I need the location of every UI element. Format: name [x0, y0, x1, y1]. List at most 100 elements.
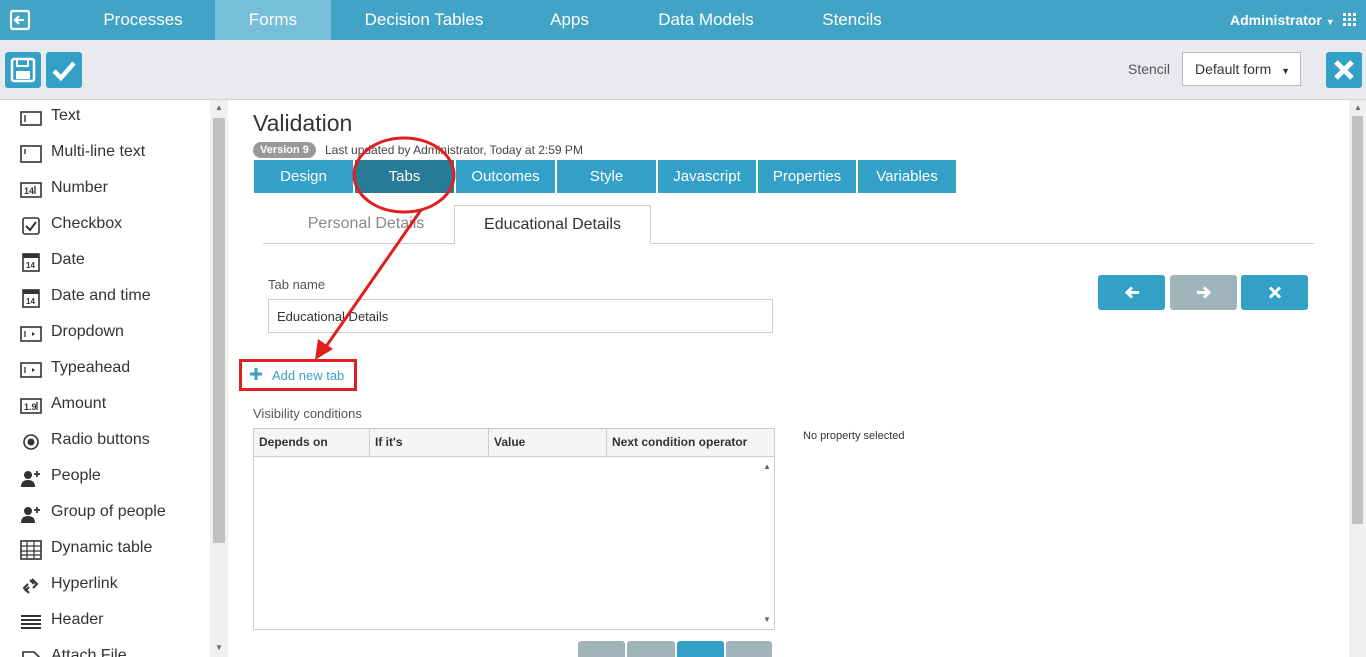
amount-icon: 1.9 — [20, 398, 42, 414]
palette-label: Multi-line text — [51, 143, 146, 160]
form-tab-educational-details[interactable]: Educational Details — [454, 205, 651, 244]
editor-toolbar: Stencil Default form ▼ — [0, 40, 1366, 100]
scroll-down-icon[interactable]: ▼ — [763, 615, 771, 624]
component-palette: Text Multi-line text 14 Number Checkbox … — [0, 100, 210, 657]
arrow-right-icon — [1197, 286, 1212, 299]
palette-item-typeahead[interactable]: Typeahead — [0, 352, 210, 388]
number-icon: 14 — [20, 182, 42, 198]
table-header: Depends on If it's Value Next condition … — [254, 429, 774, 457]
tab-style[interactable]: Style — [557, 160, 656, 193]
close-icon — [1268, 286, 1282, 299]
visibility-conditions-label: Visibility conditions — [253, 406, 362, 421]
header-icon — [21, 615, 41, 629]
back-icon[interactable] — [8, 8, 34, 32]
column-header-next-condition-operator[interactable]: Next condition operator — [607, 429, 774, 457]
column-header-depends-on[interactable]: Depends on — [254, 429, 370, 457]
palette-item-date[interactable]: 14 Date — [0, 244, 210, 280]
annotation-arrow-head — [315, 339, 333, 360]
version-badge: Version 9 — [253, 142, 316, 158]
palette-label: Checkbox — [51, 215, 123, 232]
person-icon — [21, 471, 40, 487]
tab-name-input[interactable]: Educational Details — [268, 299, 773, 333]
move-tab-left-button[interactable] — [1098, 275, 1165, 310]
move-tab-right-button[interactable] — [1170, 275, 1237, 310]
palette-item-date-time[interactable]: 14 Date and time — [0, 280, 210, 316]
tab-outcomes[interactable]: Outcomes — [456, 160, 555, 193]
tab-javascript[interactable]: Javascript — [658, 160, 756, 193]
tab-tabs[interactable]: Tabs — [355, 160, 454, 193]
palette-scrollbar[interactable]: ▲ ▼ — [210, 100, 228, 657]
main-scrollbar[interactable]: ▲ — [1349, 100, 1366, 657]
palette-item-people[interactable]: People — [0, 460, 210, 496]
palette-item-text[interactable]: Text — [0, 100, 210, 136]
palette-item-checkbox[interactable]: Checkbox — [0, 208, 210, 244]
form-tab-personal-details[interactable]: Personal Details — [280, 205, 452, 244]
column-header-value[interactable]: Value — [489, 429, 607, 457]
nav-stencils[interactable]: Stencils — [790, 0, 914, 40]
svg-text:14: 14 — [26, 261, 35, 270]
dropdown-icon — [20, 326, 42, 342]
palette-label: Date and time — [51, 287, 151, 304]
nav-apps[interactable]: Apps — [517, 0, 622, 40]
remove-tab-button[interactable] — [1241, 275, 1308, 310]
palette-item-header[interactable]: Header — [0, 604, 210, 640]
tab-variables[interactable]: Variables — [858, 160, 956, 193]
palette-label: Number — [51, 179, 108, 196]
user-menu[interactable]: Administrator ▼ — [1230, 0, 1335, 40]
palette-label: Dynamic table — [51, 539, 153, 556]
main-scroll-thumb[interactable] — [1352, 116, 1363, 524]
add-condition-button[interactable] — [677, 641, 724, 657]
palette-label: Date — [51, 251, 85, 268]
palette-item-amount[interactable]: 1.9 Amount — [0, 388, 210, 424]
form-title: Validation — [253, 110, 353, 136]
top-navigation-bar: Processes Forms Decision Tables Apps Dat… — [0, 0, 1366, 47]
last-updated-text: Last updated by Administrator, Today at … — [325, 143, 583, 157]
link-icon — [22, 578, 39, 594]
palette-item-multiline-text[interactable]: Multi-line text — [0, 136, 210, 172]
nav-processes[interactable]: Processes — [71, 0, 215, 40]
stencil-select[interactable]: Default form ▼ — [1182, 52, 1301, 86]
remove-condition-button[interactable] — [726, 641, 772, 657]
checkmark-icon — [52, 61, 76, 82]
arrow-left-icon — [1124, 286, 1139, 299]
palette-label: Attach File — [51, 647, 127, 657]
scroll-down-icon[interactable]: ▼ — [215, 643, 223, 652]
date-time-icon: 14 — [22, 289, 40, 308]
palette-item-dynamic-table[interactable]: Dynamic table — [0, 532, 210, 568]
palette-label: Hyperlink — [51, 575, 118, 592]
add-new-tab-link[interactable]: Add new tab — [239, 359, 357, 391]
palette-scroll-thumb[interactable] — [213, 118, 225, 543]
palette-label: Dropdown — [51, 323, 124, 340]
palette-label: Typeahead — [51, 359, 131, 376]
palette-item-dropdown[interactable]: Dropdown — [0, 316, 210, 352]
palette-item-number[interactable]: 14 Number — [0, 172, 210, 208]
tab-properties[interactable]: Properties — [758, 160, 856, 193]
save-icon — [10, 57, 36, 83]
palette-item-attach-file[interactable]: Attach File — [0, 640, 210, 657]
scroll-up-icon[interactable]: ▲ — [215, 103, 223, 112]
column-header-if-its[interactable]: If it's — [370, 429, 489, 457]
nav-decision-tables[interactable]: Decision Tables — [331, 0, 517, 40]
save-button[interactable] — [5, 52, 41, 88]
nav-forms[interactable]: Forms — [215, 0, 331, 47]
scroll-up-icon[interactable]: ▲ — [763, 462, 771, 471]
move-condition-down-button[interactable] — [627, 641, 675, 657]
tab-design[interactable]: Design — [254, 160, 353, 193]
plus-icon — [250, 368, 262, 380]
close-button[interactable] — [1326, 52, 1362, 88]
palette-item-group-of-people[interactable]: Group of people — [0, 496, 210, 532]
svg-text:14: 14 — [24, 186, 34, 196]
group-icon — [21, 507, 40, 523]
close-icon — [1334, 60, 1354, 80]
svg-text:14: 14 — [26, 297, 35, 306]
validate-button[interactable] — [46, 52, 82, 88]
apps-grid-icon[interactable] — [1343, 13, 1356, 26]
nav-data-models[interactable]: Data Models — [622, 0, 790, 40]
palette-item-hyperlink[interactable]: Hyperlink — [0, 568, 210, 604]
stencil-label: Stencil — [1128, 61, 1171, 77]
palette-item-radio-buttons[interactable]: Radio buttons — [0, 424, 210, 460]
palette-label: People — [51, 467, 101, 484]
scroll-up-icon[interactable]: ▲ — [1354, 103, 1362, 112]
move-condition-up-button[interactable] — [578, 641, 625, 657]
palette-label: Amount — [51, 395, 107, 412]
